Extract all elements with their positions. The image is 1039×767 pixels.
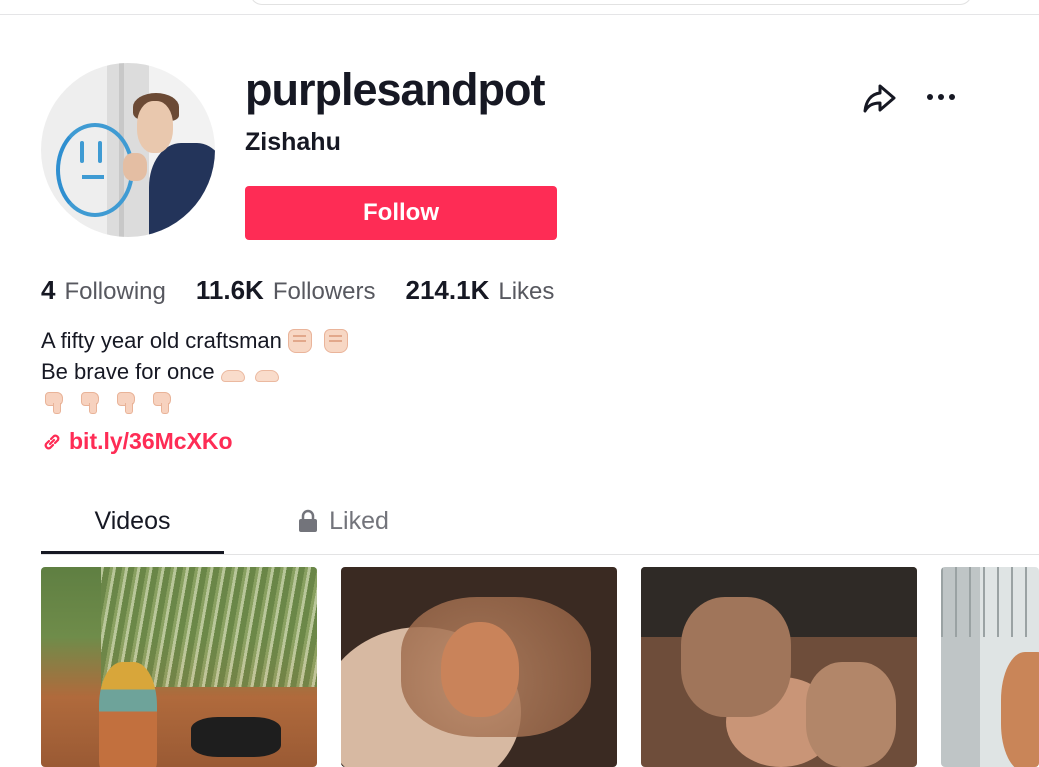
stat-followers[interactable]: 11.6K Followers xyxy=(196,275,376,306)
pointing-down-emoji-icon xyxy=(45,391,63,414)
bio-link[interactable]: bit.ly/36McXKo xyxy=(41,428,233,455)
raised-fist-emoji-icon xyxy=(323,328,348,353)
open-hands-emoji-icon xyxy=(254,369,279,382)
stat-likes-label: Likes xyxy=(498,278,555,305)
video-thumbnail[interactable] xyxy=(41,567,317,767)
video-thumbnail[interactable] xyxy=(941,567,1039,767)
lock-icon xyxy=(299,509,318,532)
stat-likes-value: 214.1K xyxy=(405,275,490,305)
open-hands-emoji-icon xyxy=(220,369,245,382)
tab-liked-label: Liked xyxy=(329,506,389,535)
avatar-face xyxy=(137,101,173,153)
profile-stats: 4 Following 11.6K Followers 214.1K Likes xyxy=(41,275,584,306)
profile-nickname: Zishahu xyxy=(245,128,341,156)
stat-followers-value: 11.6K xyxy=(195,275,264,305)
bio-line-1: A fifty year old craftsman xyxy=(41,325,348,356)
bio-text-2: Be brave for once xyxy=(41,359,215,384)
search-bar-edge[interactable] xyxy=(250,0,972,5)
stat-likes: 214.1K Likes xyxy=(406,275,555,306)
top-bar xyxy=(0,0,1039,15)
thumb-person xyxy=(191,717,281,757)
tab-videos[interactable]: Videos xyxy=(41,490,224,552)
bio-link-text: bit.ly/36McXKo xyxy=(69,428,233,454)
profile-username: purplesandpot xyxy=(245,64,545,115)
thumb-pot xyxy=(1001,652,1039,767)
avatar[interactable] xyxy=(41,63,215,237)
avatar-hand xyxy=(123,153,147,181)
tab-videos-label: Videos xyxy=(94,506,171,535)
thumb-hand xyxy=(681,597,791,717)
stat-followers-label: Followers xyxy=(272,278,376,305)
link-icon xyxy=(44,434,60,449)
bio-line-3 xyxy=(41,387,348,418)
thumb-window xyxy=(941,567,1039,637)
stat-following-value: 4 xyxy=(41,275,56,305)
thumb-statue xyxy=(99,662,157,767)
stat-following-label: Following xyxy=(64,278,166,305)
share-button[interactable] xyxy=(860,78,900,116)
tab-liked[interactable]: Liked xyxy=(273,490,413,552)
follow-button[interactable]: Follow xyxy=(245,186,557,240)
pointing-down-emoji-icon xyxy=(81,391,99,414)
video-thumbnail[interactable] xyxy=(341,567,617,767)
more-dot xyxy=(938,94,944,100)
more-dot xyxy=(949,94,955,100)
active-tab-indicator xyxy=(41,551,224,554)
video-thumbnail[interactable] xyxy=(641,567,917,767)
bio-line-2: Be brave for once xyxy=(41,356,348,387)
pointing-down-emoji-icon xyxy=(153,391,171,414)
more-options-button[interactable] xyxy=(920,80,962,114)
more-horizontal-icon xyxy=(927,94,933,100)
thumb-clay xyxy=(441,622,519,717)
share-arrow-icon xyxy=(863,84,896,113)
bio-text-1: A fifty year old craftsman xyxy=(41,328,282,353)
profile-bio: A fifty year old craftsman Be brave for … xyxy=(41,325,348,418)
avatar-jacket xyxy=(149,143,215,237)
profile-tabs: Videos Liked xyxy=(41,490,1039,555)
raised-fist-emoji-icon xyxy=(287,328,312,353)
thumb-hand xyxy=(806,662,896,767)
stat-following[interactable]: 4 Following xyxy=(41,275,166,306)
pointing-down-emoji-icon xyxy=(117,391,135,414)
